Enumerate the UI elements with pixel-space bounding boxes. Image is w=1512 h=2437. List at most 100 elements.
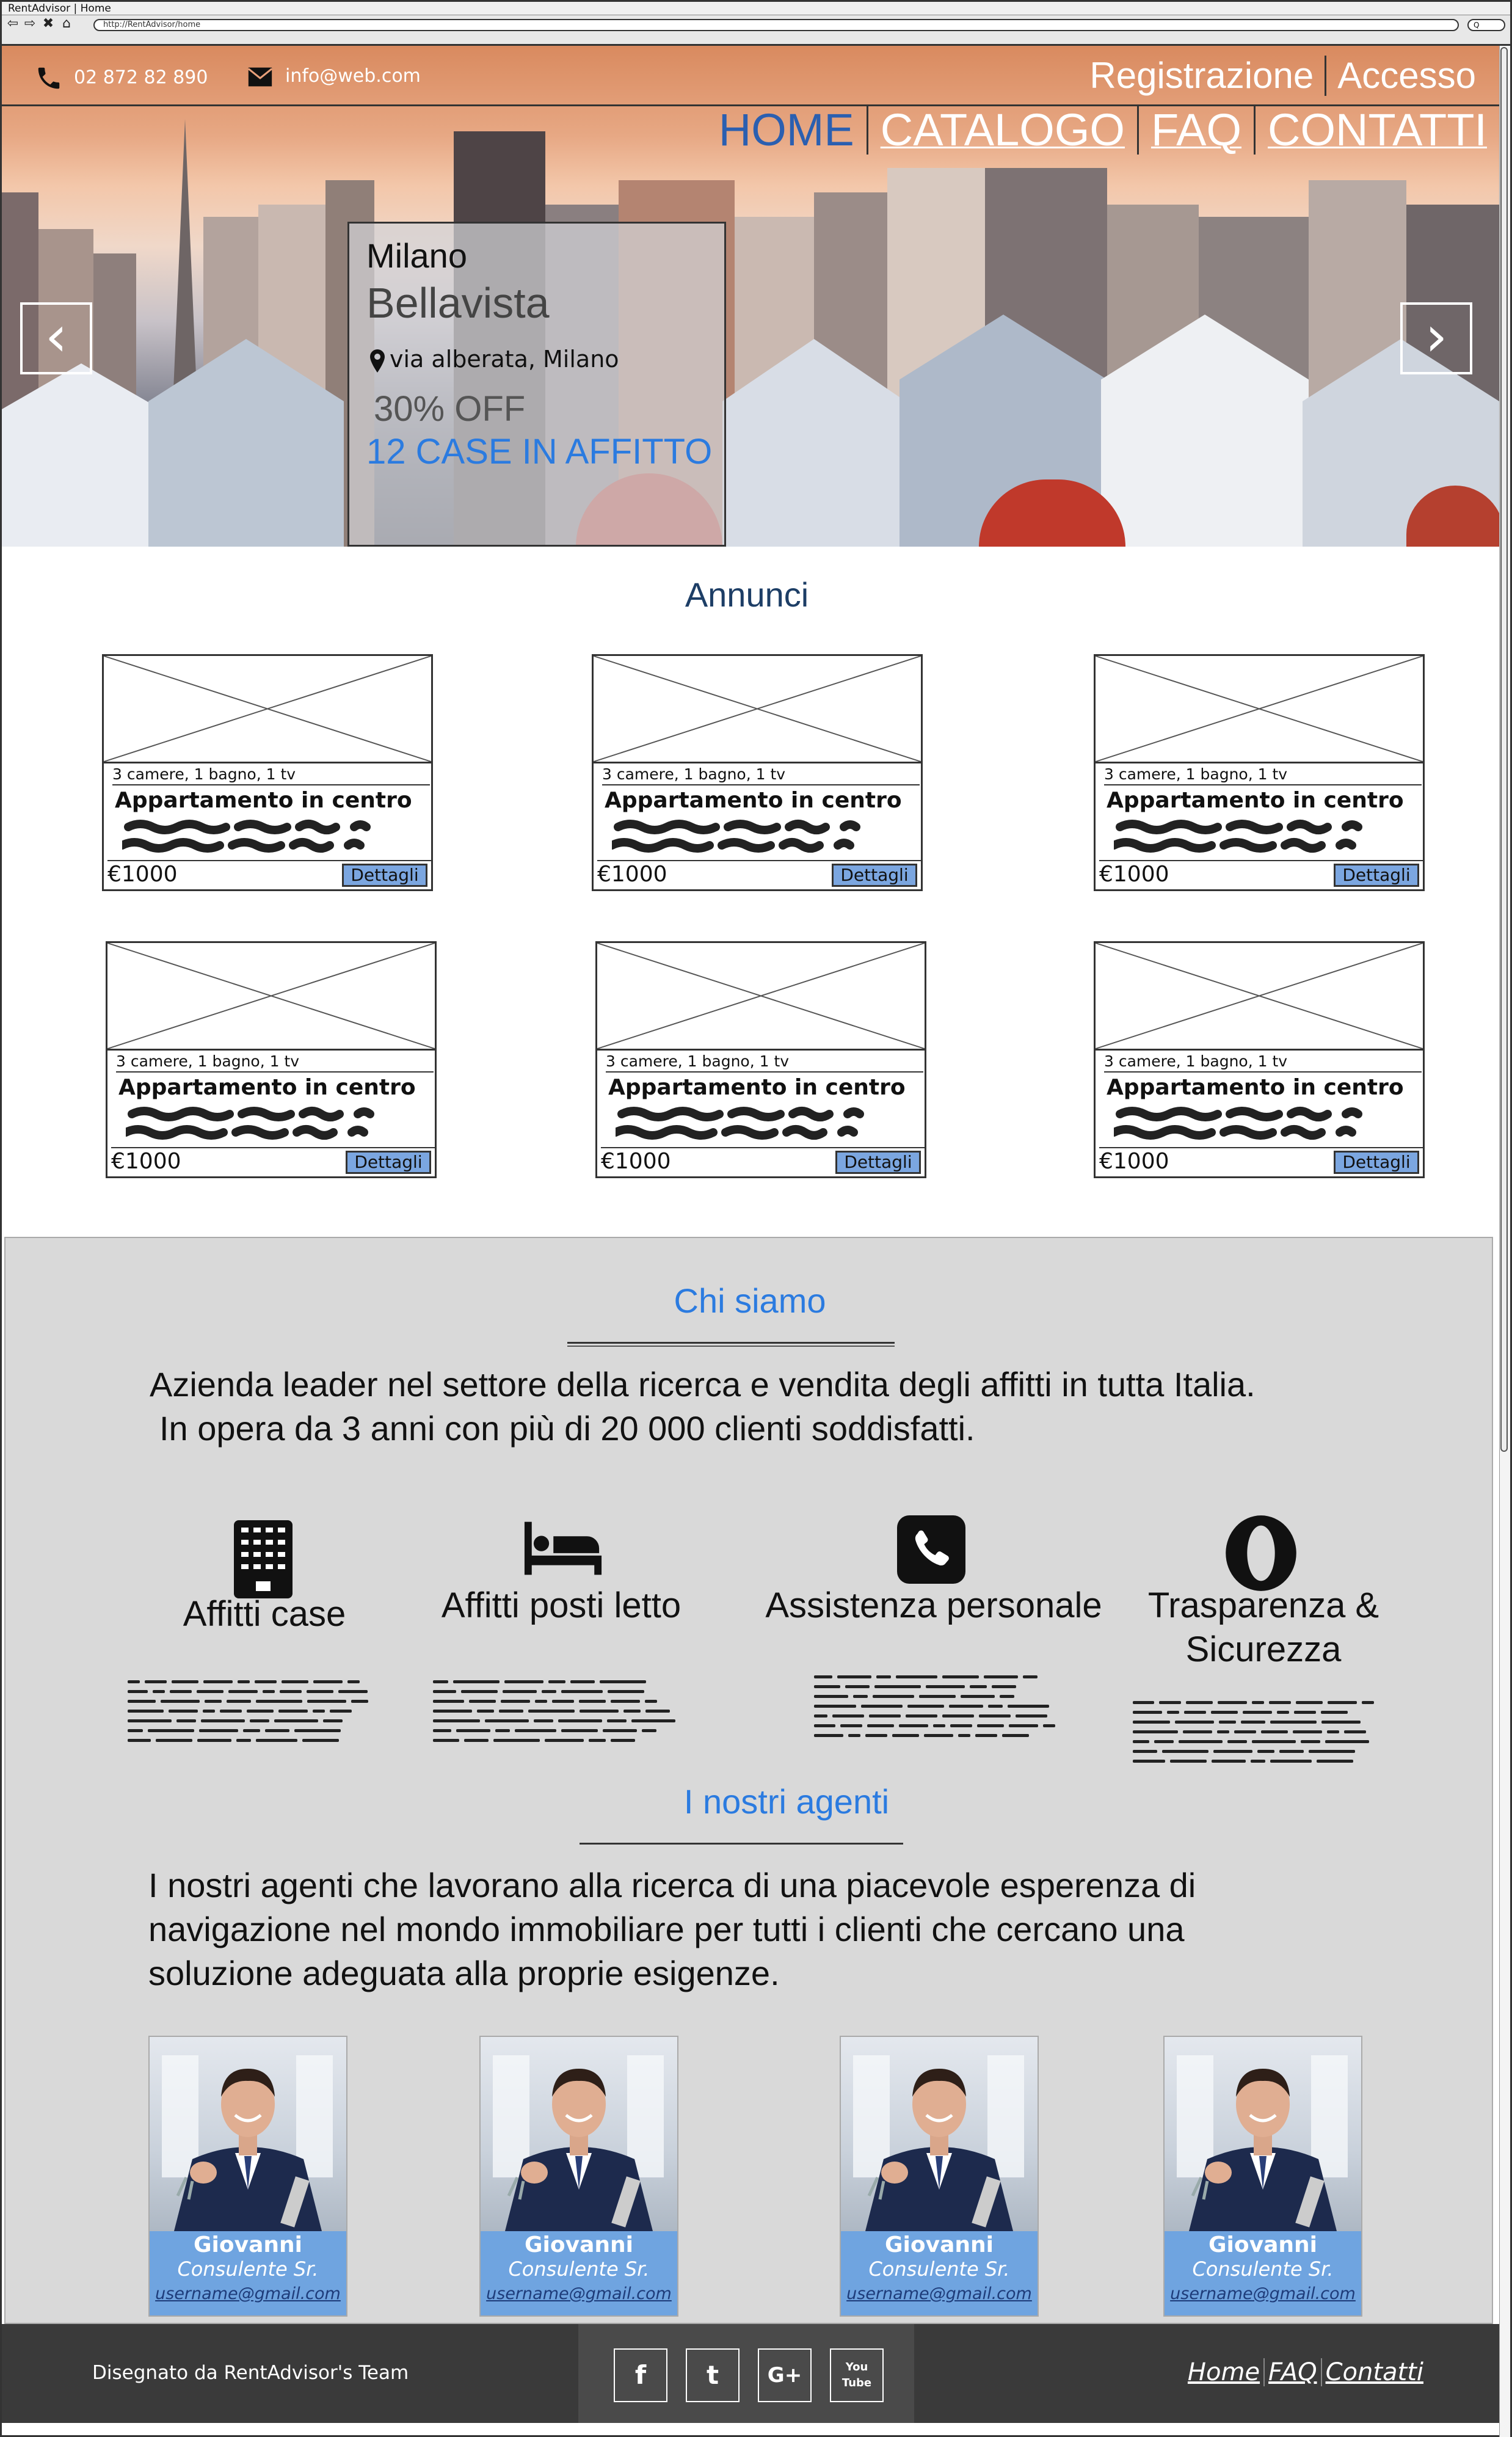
url-input[interactable]: http://RentAdvisor/home [93,19,1459,31]
facebook-icon[interactable]: f [614,2348,667,2402]
scrollbar-thumb[interactable] [1500,47,1508,1452]
promo-address: via alberata, Milano [370,346,619,373]
carousel-next-button[interactable]: › [1400,302,1472,374]
footer-links: Home FAQ Contatti [1184,2358,1427,2386]
building-icon [231,1520,295,1601]
listing-description-scribble [616,1107,864,1140]
nav-contatti[interactable]: CONTATTI [1254,106,1499,155]
details-button[interactable]: Dettagli [346,1151,431,1174]
close-icon[interactable]: ✖ [41,16,56,31]
listing-description-scribble [122,820,371,853]
agent-card[interactable]: Giovanni Consulente Sr. username@gmail.com [1163,2036,1362,2317]
forward-icon[interactable]: ⇨ [23,16,37,31]
listing-spec: 3 camere, 1 bagno, 1 tv [112,765,430,785]
footer-credit: Disegnato da RentAdvisor's Team [92,2362,409,2384]
chevron-right-icon: › [1425,304,1448,369]
details-button[interactable]: Dettagli [1334,864,1419,887]
listing-card[interactable]: 3 camere, 1 bagno, 1 tv Appartamento in c… [595,941,926,1178]
feature-affitti-case-label: Affitti case [183,1594,346,1634]
nav-home[interactable]: HOME [707,106,867,155]
agent-card[interactable]: Giovanni Consulente Sr. username@gmail.com [840,2036,1039,2317]
chi-siamo-line-1: Azienda leader nel settore della ricerca… [150,1365,1256,1404]
listing-description-scribble [1114,820,1362,853]
promo-discount: 30% OFF [374,389,526,429]
envelope-icon [247,67,273,86]
agenti-line-1: I nostri agenti che lavorano alla ricerc… [148,1866,1196,1904]
footer-link-contatti[interactable]: Contatti [1320,2358,1427,2386]
agent-email-link[interactable]: username@gmail.com [1165,2284,1361,2303]
youtube-icon[interactable]: You Tube [830,2348,884,2402]
feature-trasparenza-line-1: Trasparenza & [1147,1586,1379,1625]
listing-spec: 3 camere, 1 bagno, 1 tv [602,765,920,785]
agent-card[interactable]: Giovanni Consulente Sr. username@gmail.com [479,2036,678,2317]
image-placeholder [1095,942,1423,1051]
back-icon[interactable]: ⇦ [5,16,20,31]
agenti-line-2: navigazione nel mondo immobiliare per tu… [148,1910,1185,1948]
agent-name: Giovanni [525,2232,633,2257]
promo-box[interactable]: Milano Bellavista via alberata, Milano 3… [347,222,726,547]
google-plus-icon[interactable]: G+ [758,2348,812,2402]
agent-role: Consulente Sr. [177,2257,319,2281]
details-button[interactable]: Dettagli [1334,1151,1419,1174]
image-placeholder [593,655,921,763]
details-button[interactable]: Dettagli [832,864,917,887]
hero-banner: 02 872 82 890 info@web.com Registrazione… [2,46,1499,547]
promo-house-count[interactable]: 12 CASE IN AFFITTO [366,431,712,472]
annunci-title: Annunci [685,575,809,614]
agent-photo [1165,2037,1361,2231]
listing-title: Appartamento in centro [608,1075,906,1100]
footer-link-faq[interactable]: FAQ [1263,2358,1321,2386]
listing-spec: 3 camere, 1 bagno, 1 tv [606,1052,923,1073]
header-email[interactable]: info@web.com [246,64,421,89]
feature-text-scribble [128,1680,368,1742]
listing-description-scribble [126,1107,374,1140]
nav-faq[interactable]: FAQ [1136,106,1254,155]
feature-text-scribble [433,1680,675,1742]
feature-text-scribble [814,1675,1055,1737]
auth-links: Registrazione Accesso [1078,56,1487,96]
listing-title: Appartamento in centro [115,788,412,813]
listing-spec: 3 camere, 1 bagno, 1 tv [1104,1052,1422,1073]
home-icon[interactable]: ⌂ [59,16,74,31]
carousel-prev-button[interactable]: ‹ [20,302,92,374]
feature-posti-letto-label: Affitti posti letto [441,1586,681,1625]
email-address: info@web.com [285,65,421,87]
agenti-title: I nostri agenti [683,1782,890,1821]
listing-card[interactable]: 3 camere, 1 bagno, 1 tv Appartamento in c… [1094,654,1425,891]
register-link[interactable]: Registrazione [1078,56,1325,96]
info-section: Chi siamo Azienda leader nel settore del… [4,1237,1493,2324]
feature-trasparenza-label: Trasparenza & Sicurezza [1105,1584,1422,1672]
agent-role: Consulente Sr. [508,2257,650,2281]
listing-title: Appartamento in centro [1107,788,1404,813]
agent-email-link[interactable]: username@gmail.com [150,2284,346,2303]
feature-trasparenza-line-2: Sicurezza [1185,1630,1342,1669]
login-link[interactable]: Accesso [1325,56,1487,96]
agent-role: Consulente Sr. [1192,2257,1334,2281]
twitter-icon[interactable]: t [686,2348,740,2402]
listing-card[interactable]: 3 camere, 1 bagno, 1 tv Appartamento in c… [102,654,433,891]
listing-card[interactable]: 3 camere, 1 bagno, 1 tv Appartamento in c… [592,654,923,891]
agent-card[interactable]: Giovanni Consulente Sr. username@gmail.com [148,2036,347,2317]
nav-catalogo[interactable]: CATALOGO [866,106,1137,155]
agent-email-link[interactable]: username@gmail.com [841,2284,1038,2303]
listing-spec: 3 camere, 1 bagno, 1 tv [1104,765,1422,785]
feature-text-scribble [1133,1701,1374,1763]
main-nav: HOME CATALOGO FAQ CONTATTI [707,106,1499,155]
browser-search-input[interactable]: Q [1467,19,1505,31]
listing-card[interactable]: 3 camere, 1 bagno, 1 tv Appartamento in c… [106,941,437,1178]
details-button[interactable]: Dettagli [835,1151,921,1174]
chevron-left-icon: ‹ [45,304,68,369]
chi-siamo-line-2: In opera da 3 anni con più di 20 000 cli… [159,1409,975,1448]
listing-card[interactable]: 3 camere, 1 bagno, 1 tv Appartamento in c… [1094,941,1425,1178]
listing-description-scribble [1114,1107,1362,1140]
details-button[interactable]: Dettagli [342,864,427,887]
listing-title: Appartamento in centro [605,788,902,813]
agent-name: Giovanni [194,2232,302,2257]
listing-description-scribble [612,820,860,853]
agent-photo [481,2037,677,2231]
agent-email-link[interactable]: username@gmail.com [481,2284,677,2303]
footer-link-home[interactable]: Home [1184,2358,1263,2386]
header-phone[interactable]: 02 872 82 890 [35,64,208,92]
agenti-line-3: soluzione adeguata alla proprie esigenze… [148,1954,780,1992]
listing-spec: 3 camere, 1 bagno, 1 tv [116,1052,434,1073]
